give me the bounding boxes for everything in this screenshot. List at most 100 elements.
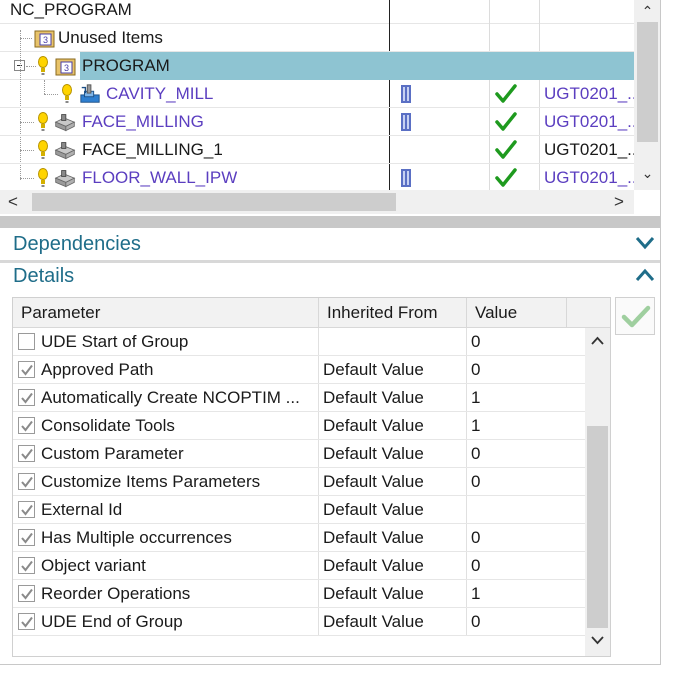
parameter-value[interactable]: 0 bbox=[471, 608, 571, 636]
scroll-thumb[interactable] bbox=[32, 193, 396, 211]
parameter-value[interactable]: 0 bbox=[471, 524, 571, 552]
scroll-down-icon[interactable]: ⌄ bbox=[634, 166, 661, 180]
parameter-name: Object variant bbox=[41, 556, 146, 575]
parameter-value[interactable] bbox=[471, 496, 571, 524]
operation-navigator: NC_PROGRAM 3 Unused Items 3 PROGRAM CAVI… bbox=[0, 0, 661, 214]
toolpath-icon bbox=[401, 85, 411, 103]
cavity-mill-icon bbox=[80, 84, 100, 103]
details-row[interactable]: Object variant Default Value 0 bbox=[13, 552, 585, 580]
parameter-checkbox[interactable] bbox=[18, 501, 35, 518]
parameter-checkbox[interactable] bbox=[18, 585, 35, 602]
program-group-icon: 3 bbox=[34, 30, 55, 48]
parameter-value[interactable]: 1 bbox=[471, 412, 571, 440]
tree-row-program[interactable]: 3 PROGRAM bbox=[0, 52, 634, 80]
details-vertical-scrollbar[interactable] bbox=[585, 328, 610, 656]
program-group-icon: 3 bbox=[55, 58, 76, 76]
parameter-value[interactable]: 0 bbox=[471, 552, 571, 580]
parameter-value[interactable]: 0 bbox=[471, 468, 571, 496]
parameter-value[interactable]: 1 bbox=[471, 580, 571, 608]
scroll-right-icon[interactable]: > bbox=[612, 193, 626, 210]
scroll-thumb[interactable] bbox=[587, 426, 608, 628]
tree-horizontal-scrollbar[interactable]: < > bbox=[0, 190, 634, 214]
inherited-from-value: Default Value bbox=[323, 584, 424, 603]
tree-item-label: FACE_MILLING_1 bbox=[82, 140, 223, 159]
details-row[interactable]: Custom Parameter Default Value 0 bbox=[13, 440, 585, 468]
checkmark-icon bbox=[495, 140, 517, 159]
details-row[interactable]: Automatically Create NCOPTIM ... Default … bbox=[13, 384, 585, 412]
details-row[interactable]: Has Multiple occurrences Default Value 0 bbox=[13, 524, 585, 552]
column-header-parameter[interactable]: Parameter bbox=[13, 298, 319, 328]
parameter-checkbox[interactable] bbox=[18, 361, 35, 378]
scroll-up-icon[interactable]: ⌃ bbox=[634, 4, 661, 18]
parameter-checkbox[interactable] bbox=[18, 417, 35, 434]
parameter-value[interactable]: 1 bbox=[471, 384, 571, 412]
tree-item-label: Unused Items bbox=[58, 28, 163, 47]
tree-item-label: FACE_MILLING bbox=[82, 112, 204, 131]
details-row[interactable]: Customize Items Parameters Default Value 0 bbox=[13, 468, 585, 496]
parameter-name: External Id bbox=[41, 500, 123, 519]
column-header-inherited-from[interactable]: Inherited From bbox=[319, 298, 467, 328]
details-row[interactable]: Consolidate Tools Default Value 1 bbox=[13, 412, 585, 440]
tree-item-label: FLOOR_WALL_IPW bbox=[82, 168, 238, 187]
parameter-checkbox[interactable] bbox=[18, 557, 35, 574]
apply-button[interactable] bbox=[615, 297, 655, 335]
tree-vertical-scrollbar[interactable]: ⌃ ⌄ bbox=[634, 0, 661, 190]
expand-chevron-icon[interactable] bbox=[635, 236, 655, 250]
parameter-checkbox[interactable] bbox=[18, 473, 35, 490]
status-bulb-icon bbox=[38, 140, 48, 159]
details-row[interactable]: Reorder Operations Default Value 1 bbox=[13, 580, 585, 608]
check-mark-icon bbox=[21, 476, 33, 488]
parameter-checkbox[interactable] bbox=[18, 613, 35, 630]
details-row[interactable]: Approved Path Default Value 0 bbox=[13, 356, 585, 384]
parameter-value[interactable]: 0 bbox=[471, 328, 571, 356]
tree-row-floor-wall-ipw[interactable]: FLOOR_WALL_IPW UGT0201_.. bbox=[0, 164, 634, 192]
toolpath-icon bbox=[401, 169, 411, 187]
tree-row-face-milling[interactable]: FACE_MILLING UGT0201_.. bbox=[0, 108, 634, 136]
checkmark-icon bbox=[621, 305, 651, 328]
parameter-value[interactable]: 0 bbox=[471, 440, 571, 468]
parameter-checkbox[interactable] bbox=[18, 445, 35, 462]
parameter-name: UDE Start of Group bbox=[41, 332, 189, 351]
svg-text:3: 3 bbox=[43, 35, 48, 45]
tree-item-tool: UGT0201_.. bbox=[544, 140, 634, 159]
status-bulb-icon bbox=[38, 168, 48, 187]
parameter-name: Custom Parameter bbox=[41, 444, 184, 463]
scroll-thumb[interactable] bbox=[637, 22, 658, 142]
check-mark-icon bbox=[21, 392, 33, 404]
check-mark-icon bbox=[21, 364, 33, 376]
tree-item-tool: UGT0201_.. bbox=[544, 84, 634, 103]
parameter-checkbox[interactable] bbox=[18, 529, 35, 546]
details-row[interactable]: UDE End of Group Default Value 0 bbox=[13, 608, 585, 636]
parameter-value[interactable]: 0 bbox=[471, 356, 571, 384]
inherited-from-value: Default Value bbox=[323, 556, 424, 575]
scroll-up-icon[interactable] bbox=[591, 336, 604, 345]
details-row[interactable]: External Id Default Value bbox=[13, 496, 585, 524]
details-title[interactable]: Details bbox=[13, 265, 74, 288]
tree-row-cavity-mill[interactable]: CAVITY_MILL UGT0201_.. bbox=[0, 80, 634, 108]
inherited-from-value: Default Value bbox=[323, 612, 424, 631]
floor-wall-icon bbox=[54, 170, 76, 188]
checkmark-icon bbox=[495, 168, 517, 187]
scroll-down-icon[interactable] bbox=[591, 636, 604, 645]
details-row[interactable]: UDE Start of Group 0 bbox=[13, 328, 585, 356]
parameter-checkbox[interactable] bbox=[18, 389, 35, 406]
tree-row-face-milling-1[interactable]: FACE_MILLING_1 UGT0201_.. bbox=[0, 136, 634, 164]
tree-row-unused-items[interactable]: 3 Unused Items bbox=[0, 24, 634, 52]
svg-text:3: 3 bbox=[64, 63, 69, 73]
inherited-from-value bbox=[323, 328, 465, 356]
tree-item-label: PROGRAM bbox=[82, 56, 170, 75]
parameter-checkbox[interactable] bbox=[18, 333, 35, 350]
check-mark-icon bbox=[21, 448, 33, 460]
parameter-name: Approved Path bbox=[41, 360, 154, 379]
status-bulb-icon bbox=[38, 56, 48, 75]
panel-splitter[interactable] bbox=[0, 216, 661, 228]
collapse-chevron-icon[interactable] bbox=[635, 268, 655, 282]
dependencies-title[interactable]: Dependencies bbox=[13, 233, 141, 256]
scroll-left-icon[interactable]: < bbox=[6, 193, 20, 210]
inherited-from-value: Default Value bbox=[323, 388, 424, 407]
column-header-value[interactable]: Value bbox=[467, 298, 567, 328]
check-mark-icon bbox=[21, 616, 33, 628]
checkmark-icon bbox=[495, 84, 517, 103]
root-label: NC_PROGRAM bbox=[10, 0, 132, 19]
panel-right-border bbox=[660, 0, 661, 665]
